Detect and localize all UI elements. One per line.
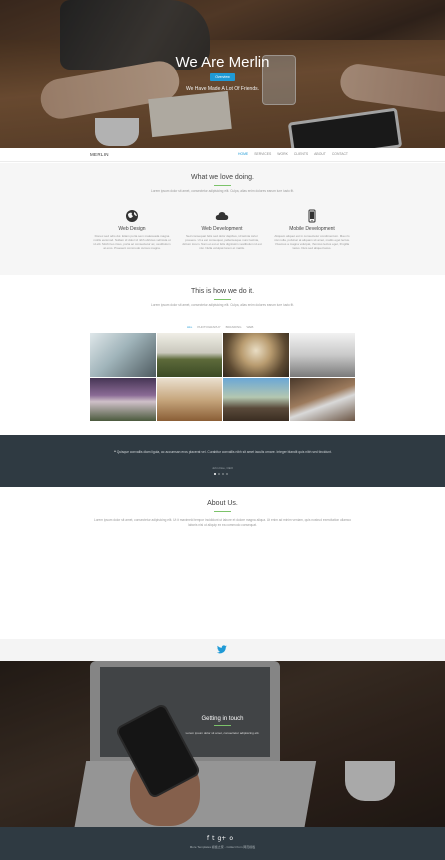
filter-photography[interactable]: PHOTOGRAPHY (197, 325, 220, 329)
navbar: MERLIN HOME SERVICES WORK CLIENTS ABOUT … (0, 148, 445, 162)
portfolio-item[interactable] (90, 377, 156, 421)
footer-copyright: More Templates 模板之家 - Collect from 网页模板 (189, 845, 256, 849)
service-text: Donec sed odio dui. Etiam porta sem male… (93, 234, 171, 250)
about-divider (214, 511, 231, 512)
service-title: Web Design (118, 226, 146, 232)
portfolio-item[interactable] (223, 333, 289, 377)
services-title: What we love doing. (190, 174, 255, 181)
nav-item-work[interactable]: WORK (277, 152, 288, 156)
hero-subtitle: We Have Made A Lot Of Friends. (186, 86, 259, 92)
globe-icon (126, 210, 138, 222)
quote-text: Quisque convallis diam ligula, ac accums… (116, 450, 332, 454)
nav-brand[interactable]: MERLIN (90, 152, 109, 157)
testimonial-author: John Doe, CEO (211, 466, 233, 470)
about-section: About Us. Lorem ipsum dolor sit amet, co… (0, 487, 445, 639)
service-title: Mobile Development (289, 226, 335, 232)
portfolio-item[interactable] (289, 377, 355, 421)
hero-section: We Are Merlin Overview We Have Made A Lo… (0, 0, 445, 148)
pager-dot[interactable] (218, 473, 220, 475)
hero-title: We Are Merlin (175, 54, 270, 71)
hero-overview-button[interactable]: Overview (210, 73, 235, 81)
portfolio-subtitle: Lorem ipsum dolor sit amet, consectetur … (151, 303, 294, 307)
nav-item-contact[interactable]: CONTACT (332, 152, 348, 156)
portfolio-item[interactable] (289, 333, 355, 377)
mobile-icon (308, 209, 316, 223)
portfolio-grid (90, 333, 355, 421)
services-subtitle: Lorem ipsum dolor sit amet, consectetur … (151, 189, 294, 193)
about-text: Lorem ipsum dolor sit amet, consectetur … (93, 518, 352, 527)
contact-subtitle: Lorem ipsum dolor sit amet, consectetur … (185, 731, 260, 735)
about-title: About Us. (207, 500, 238, 507)
testimonial-pager (214, 473, 228, 475)
filter-web[interactable]: WEB (246, 325, 253, 329)
testimonial-quote: ❝ Quisque convallis diam ligula, ac accu… (114, 450, 332, 455)
service-mobile-development: Mobile Development Aliquam aliquet est i… (272, 209, 352, 250)
services-section: What we love doing. Lorem ipsum dolor si… (0, 163, 445, 275)
portfolio-divider (214, 299, 231, 300)
service-text: Aliquam aliquet est in consectetur condi… (274, 234, 350, 250)
nav-menu: HOME SERVICES WORK CLIENTS ABOUT CONTACT (238, 152, 348, 156)
portfolio-filters: ALL PHOTOGRAPHY BRANDING WEB (187, 325, 253, 329)
portfolio-section: This is how we do it. Lorem ipsum dolor … (0, 275, 445, 435)
pager-dot[interactable] (214, 473, 216, 475)
portfolio-item[interactable] (156, 377, 222, 421)
nav-item-clients[interactable]: CLIENTS (294, 152, 308, 156)
google-plus-icon[interactable]: g+ (217, 835, 226, 842)
facebook-icon[interactable]: f (207, 835, 209, 842)
service-web-development: Web Development Sed consequat felis sed … (182, 209, 262, 250)
footer: f t g+ o More Templates 模板之家 - Collect f… (0, 827, 445, 860)
contact-section: Getting in touch Lorem ipsum dolor sit a… (0, 661, 445, 827)
nav-item-about[interactable]: ABOUT (314, 152, 326, 156)
instagram-icon[interactable]: o (229, 835, 233, 842)
twitter-bar (0, 639, 445, 661)
portfolio-item[interactable] (156, 333, 222, 377)
nav-item-home[interactable]: HOME (238, 152, 248, 156)
twitter-icon[interactable] (217, 645, 227, 654)
filter-all[interactable]: ALL (187, 325, 192, 329)
service-text: Sed consequat felis sed dolor dapibus, i… (182, 234, 262, 250)
service-title: Web Development (201, 226, 243, 232)
footer-social-links: f t g+ o (207, 835, 233, 842)
portfolio-item[interactable] (90, 333, 156, 377)
contact-divider (214, 725, 231, 726)
service-web-design: Web Design Donec sed odio dui. Etiam por… (92, 209, 172, 250)
contact-overlay (0, 661, 445, 827)
portfolio-title: This is how we do it. (190, 288, 255, 295)
services-divider (214, 185, 231, 186)
testimonial-section: ❝ Quisque convallis diam ligula, ac accu… (0, 435, 445, 487)
filter-branding[interactable]: BRANDING (226, 325, 242, 329)
contact-title: Getting in touch (201, 716, 244, 722)
pager-dot[interactable] (226, 473, 228, 475)
nav-item-services[interactable]: SERVICES (254, 152, 271, 156)
cloud-icon (215, 212, 229, 220)
twitter-icon[interactable]: t (212, 835, 214, 842)
pager-dot[interactable] (222, 473, 224, 475)
portfolio-item[interactable] (223, 377, 289, 421)
